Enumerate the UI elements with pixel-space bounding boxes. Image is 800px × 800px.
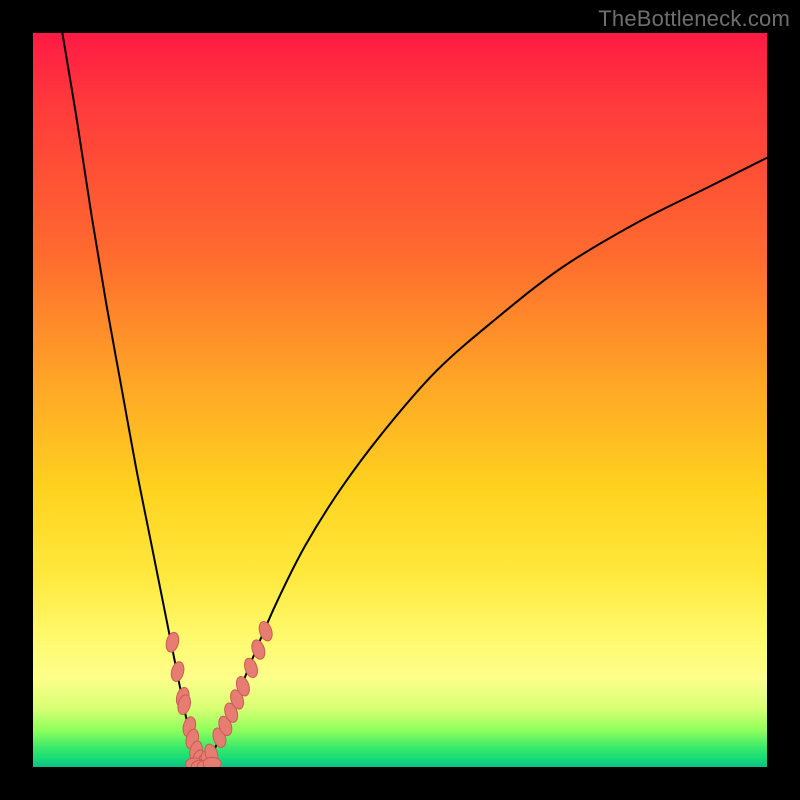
marker-point [203,757,221,767]
watermark-text: TheBottleneck.com [598,6,790,32]
data-markers [164,620,274,767]
left-curve [62,33,201,767]
right-curve [202,158,767,767]
marker-point [164,631,180,653]
curve-layer [33,33,767,767]
chart-frame: TheBottleneck.com [0,0,800,800]
marker-point [169,660,185,682]
plot-area [33,33,767,767]
